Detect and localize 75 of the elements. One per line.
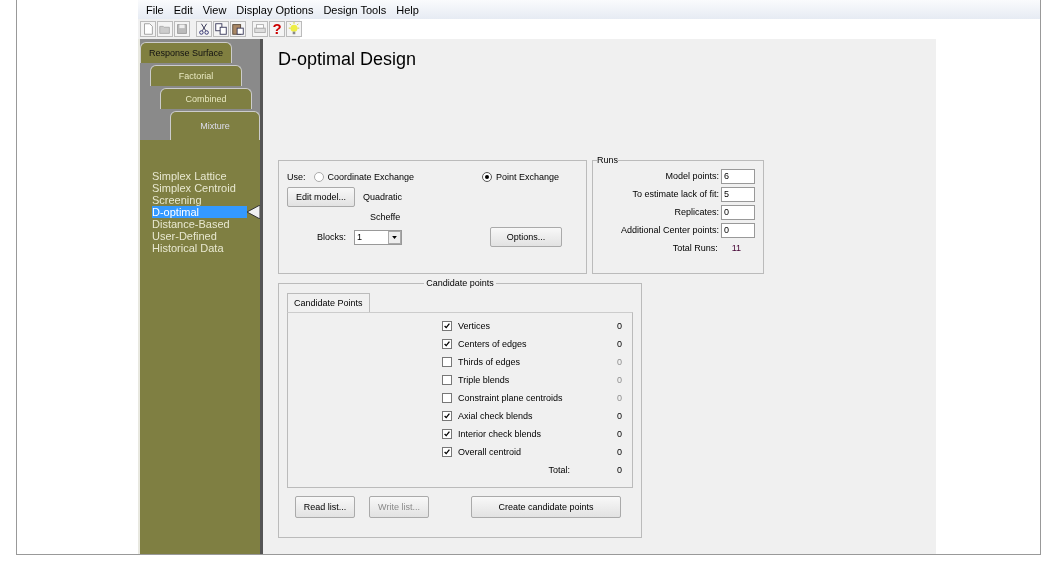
copy-icon[interactable] bbox=[213, 21, 229, 37]
checkmark-icon bbox=[443, 340, 451, 348]
checkmark-icon bbox=[443, 322, 451, 330]
design-type-item[interactable]: Historical Data bbox=[152, 242, 247, 254]
design-category-tab[interactable]: Factorial bbox=[150, 65, 242, 86]
checkbox[interactable] bbox=[442, 321, 452, 331]
checkbox-label[interactable]: Centers of edges bbox=[458, 339, 610, 349]
menu-item[interactable]: Design Tools bbox=[318, 3, 392, 16]
point-count: 0 bbox=[616, 321, 622, 331]
checkbox[interactable] bbox=[442, 411, 452, 421]
field-label: To estimate lack of fit: bbox=[632, 189, 719, 199]
design-type-item[interactable]: Simplex Lattice bbox=[152, 170, 247, 182]
checkbox-label[interactable]: Vertices bbox=[458, 321, 610, 331]
checkbox-label[interactable]: Axial check blends bbox=[458, 411, 610, 421]
model-order-text: Quadratic bbox=[363, 192, 403, 202]
input-field[interactable]: 5 bbox=[721, 186, 755, 202]
total-runs-label: Total Runs: bbox=[672, 243, 718, 253]
checkbox[interactable] bbox=[442, 339, 452, 349]
paste-icon[interactable] bbox=[230, 21, 246, 37]
total-runs-value: 11 bbox=[731, 243, 741, 253]
checkbox-label[interactable]: Thirds of edges bbox=[458, 357, 610, 367]
field-label: Additional Center points: bbox=[620, 225, 719, 235]
input-field[interactable]: 6 bbox=[721, 168, 755, 184]
input-field[interactable]: 0 bbox=[721, 222, 755, 238]
menu-item[interactable]: Display Options bbox=[231, 3, 319, 16]
checkbox-label[interactable]: Interior check blends bbox=[458, 429, 610, 439]
checkmark-icon bbox=[443, 412, 451, 420]
caret-icon bbox=[388, 230, 401, 244]
page-title: D-optimal Design bbox=[278, 49, 418, 71]
menu-item[interactable]: Help bbox=[391, 3, 424, 16]
selection-pointer-icon bbox=[246, 205, 260, 219]
point-count: 0 bbox=[616, 447, 622, 457]
radio-label[interactable]: Point Exchange bbox=[496, 172, 560, 182]
point-count: 0 bbox=[616, 393, 622, 403]
checkbox-label[interactable]: Overall centroid bbox=[458, 447, 610, 457]
design-category-tab[interactable]: Response Surface bbox=[140, 42, 232, 63]
radio-button[interactable] bbox=[482, 172, 493, 182]
radio-label[interactable]: Coordinate Exchange bbox=[327, 172, 415, 182]
point-count: 0 bbox=[616, 357, 622, 367]
runs-title: Runs bbox=[597, 155, 618, 165]
checkbox[interactable] bbox=[442, 447, 452, 457]
point-count: 0 bbox=[616, 429, 622, 439]
edit-model-button[interactable]: Edit model... bbox=[287, 187, 356, 207]
menu-item[interactable]: Edit bbox=[168, 3, 198, 16]
checkbox-label[interactable]: Constraint plane centroids bbox=[458, 393, 610, 403]
use-label: Use: bbox=[287, 172, 306, 182]
cut-icon[interactable] bbox=[196, 21, 212, 37]
checkbox[interactable] bbox=[442, 375, 452, 385]
list-action-button[interactable]: Create candidate points bbox=[471, 496, 621, 518]
checkbox-label[interactable]: Triple blends bbox=[458, 375, 610, 385]
field-label: Replicates: bbox=[674, 207, 719, 217]
candidate-points-tab[interactable]: Candidate Points bbox=[287, 293, 370, 312]
input-field[interactable]: 0 bbox=[721, 204, 755, 220]
point-count: 0 bbox=[616, 375, 622, 385]
checkbox[interactable] bbox=[442, 357, 452, 367]
model-type-text: Scheffe bbox=[370, 212, 401, 222]
radio-button[interactable] bbox=[313, 172, 324, 182]
total-count: 0 bbox=[616, 465, 622, 475]
point-count: 0 bbox=[616, 339, 622, 349]
candidate-points-title: Candidate points bbox=[425, 278, 495, 288]
blocks-label: Blocks: bbox=[317, 232, 346, 242]
list-action-button[interactable]: Read list... bbox=[295, 496, 355, 518]
field-label: Model points: bbox=[665, 171, 719, 181]
options-button[interactable]: Options... bbox=[490, 227, 562, 247]
help-button[interactable]: ? bbox=[269, 21, 285, 37]
checkmark-icon bbox=[443, 430, 451, 438]
total-label: Total: bbox=[547, 465, 570, 475]
checkbox[interactable] bbox=[442, 393, 452, 403]
checkmark-icon bbox=[443, 448, 451, 456]
checkbox[interactable] bbox=[442, 429, 452, 439]
design-category-tab[interactable]: Combined bbox=[160, 88, 252, 109]
point-count: 0 bbox=[616, 411, 622, 421]
menu-item[interactable]: View bbox=[197, 3, 232, 16]
blocks-dropdown[interactable]: 1 bbox=[354, 229, 402, 245]
menu-item[interactable]: File bbox=[141, 3, 169, 16]
